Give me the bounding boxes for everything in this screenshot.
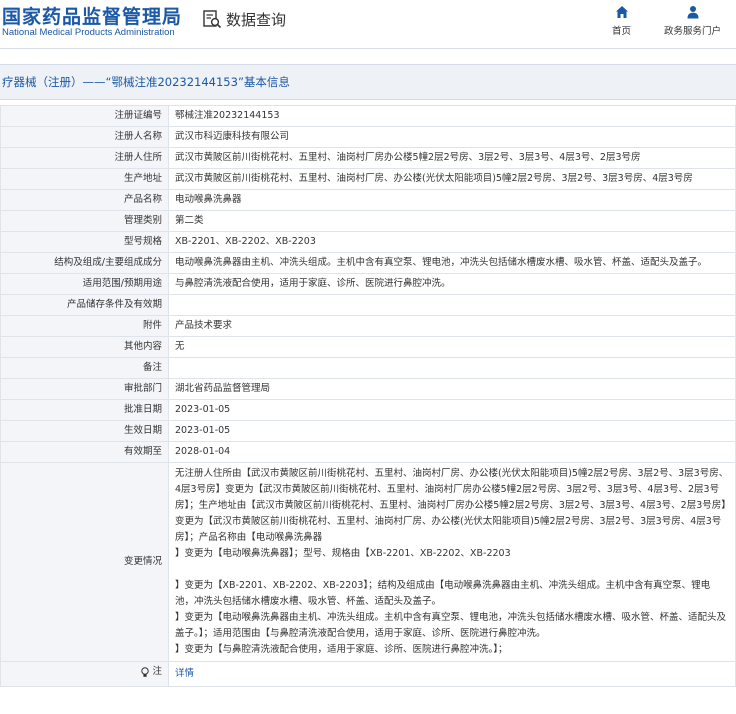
note-label-wrap: 注 [140, 664, 162, 680]
user-icon [687, 6, 698, 19]
row-label: 注册证编号 [0, 105, 169, 127]
row-label: 有效期至 [0, 441, 169, 463]
row-value: 2023-01-05 [168, 399, 736, 421]
row-value: 产品技术要求 [168, 315, 736, 337]
table-row: 生产地址 武汉市黄陂区前川街桃花村、五里村、油岗村厂房、办公楼(光伏太阳能项目)… [0, 168, 736, 190]
table-row: 审批部门 湖北省药品监督管理局 [0, 378, 736, 400]
row-label: 注册人名称 [0, 126, 169, 148]
row-value: 武汉市黄陂区前川街桃花村、五里村、油岗村厂房、办公楼(光伏太阳能项目)5幢2层2… [168, 168, 736, 190]
table-row: 有效期至 2028-01-04 [0, 441, 736, 463]
table-row: 生效日期 2023-01-05 [0, 420, 736, 442]
row-label: 产品名称 [0, 189, 169, 211]
nav-home-label: 首页 [612, 26, 632, 37]
row-label: 附件 [0, 315, 169, 337]
table-row: 适用范围/预期用途 与鼻腔清洗液配合使用，适用于家庭、诊所、医院进行鼻腔冲洗。 [0, 273, 736, 295]
row-value: 湖北省药品监督管理局 [168, 378, 736, 400]
nav-home[interactable]: 首页 [612, 5, 631, 37]
table-row: 注册人住所 武汉市黄陂区前川街桃花村、五里村、油岗村厂房办公楼5幢2层2号房、3… [0, 147, 736, 169]
logo-subtitle: National Medical Products Administration [2, 27, 175, 38]
logo-title[interactable]: 国家药品监督管理局 [2, 2, 182, 29]
row-value: 武汉市科迈康科技有限公司 [168, 126, 736, 148]
page-title: 疗器械（注册）——“鄂械注准20232144153”基本信息 [2, 75, 290, 89]
note-label: 注 [152, 666, 162, 677]
row-value: 电动喉鼻洗鼻器 [168, 189, 736, 211]
row-label: 管理类别 [0, 210, 169, 232]
row-value [168, 294, 736, 316]
table-row: 其他内容 无 [0, 336, 736, 358]
row-value: 第二类 [168, 210, 736, 232]
details-link[interactable]: 详情 [175, 668, 194, 679]
table-row: 批准日期 2023-01-05 [0, 399, 736, 421]
row-value [168, 357, 736, 379]
note-label-cell: 注 [0, 661, 169, 687]
lightbulb-icon [141, 666, 150, 677]
row-value: XB-2201、XB-2202、XB-2203 [168, 231, 736, 253]
note-value: 详情 [168, 661, 736, 687]
title-bar: 疗器械（注册）——“鄂械注准20232144153”基本信息 [0, 64, 736, 100]
change-row: 变更情况 无注册人住所由【武汉市黄陂区前川街桃花村、五里村、油岗村厂房、办公楼(… [0, 462, 736, 662]
row-value: 无 [168, 336, 736, 358]
site-header: 国家药品监督管理局 National Medical Products Admi… [0, 0, 736, 49]
row-label: 备注 [0, 357, 169, 379]
row-label: 产品储存条件及有效期 [0, 294, 169, 316]
table-row: 附件 产品技术要求 [0, 315, 736, 337]
row-value: 2028-01-04 [168, 441, 736, 463]
nav-service-portal[interactable]: 政务服务门户 [664, 5, 721, 37]
row-label: 注册人住所 [0, 147, 169, 169]
table-row: 注册人名称 武汉市科迈康科技有限公司 [0, 126, 736, 148]
data-query-icon [203, 10, 222, 29]
table-row: 产品储存条件及有效期 [0, 294, 736, 316]
table-row: 型号规格 XB-2201、XB-2202、XB-2203 [0, 231, 736, 253]
row-label: 批准日期 [0, 399, 169, 421]
row-label: 生产地址 [0, 168, 169, 190]
table-row: 备注 [0, 357, 736, 379]
data-query-link[interactable]: 数据查询 [202, 8, 286, 30]
detail-table: 注册证编号 鄂械注准20232144153 注册人名称 武汉市科迈康科技有限公司… [0, 105, 736, 687]
row-label: 适用范围/预期用途 [0, 273, 169, 295]
row-label: 型号规格 [0, 231, 169, 253]
table-row: 管理类别 第二类 [0, 210, 736, 232]
note-row: 注 详情 [0, 661, 736, 687]
table-row: 结构及组成/主要组成成分 电动喉鼻洗鼻器由主机、冲洗头组成。主机中含有真空泵、锂… [0, 252, 736, 274]
row-value: 2023-01-05 [168, 420, 736, 442]
data-query-label: 数据查询 [226, 10, 287, 29]
change-value: 无注册人住所由【武汉市黄陂区前川街桃花村、五里村、油岗村厂房、办公楼(光伏太阳能… [168, 462, 736, 662]
row-label: 生效日期 [0, 420, 169, 442]
table-row: 产品名称 电动喉鼻洗鼻器 [0, 189, 736, 211]
nav-service-portal-label: 政务服务门户 [664, 26, 722, 37]
row-value: 与鼻腔清洗液配合使用，适用于家庭、诊所、医院进行鼻腔冲洗。 [168, 273, 736, 295]
row-value: 电动喉鼻洗鼻器由主机、冲洗头组成。主机中含有真空泵、锂电池，冲洗头包括储水槽废水… [168, 252, 736, 274]
home-icon [615, 6, 628, 18]
row-value: 武汉市黄陂区前川街桃花村、五里村、油岗村厂房办公楼5幢2层2号房、3层2号、3层… [168, 147, 736, 169]
change-label: 变更情况 [0, 462, 169, 662]
row-label: 结构及组成/主要组成成分 [0, 252, 169, 274]
row-label: 审批部门 [0, 378, 169, 400]
row-value: 鄂械注准20232144153 [168, 105, 736, 127]
table-row: 注册证编号 鄂械注准20232144153 [0, 105, 736, 127]
row-label: 其他内容 [0, 336, 169, 358]
